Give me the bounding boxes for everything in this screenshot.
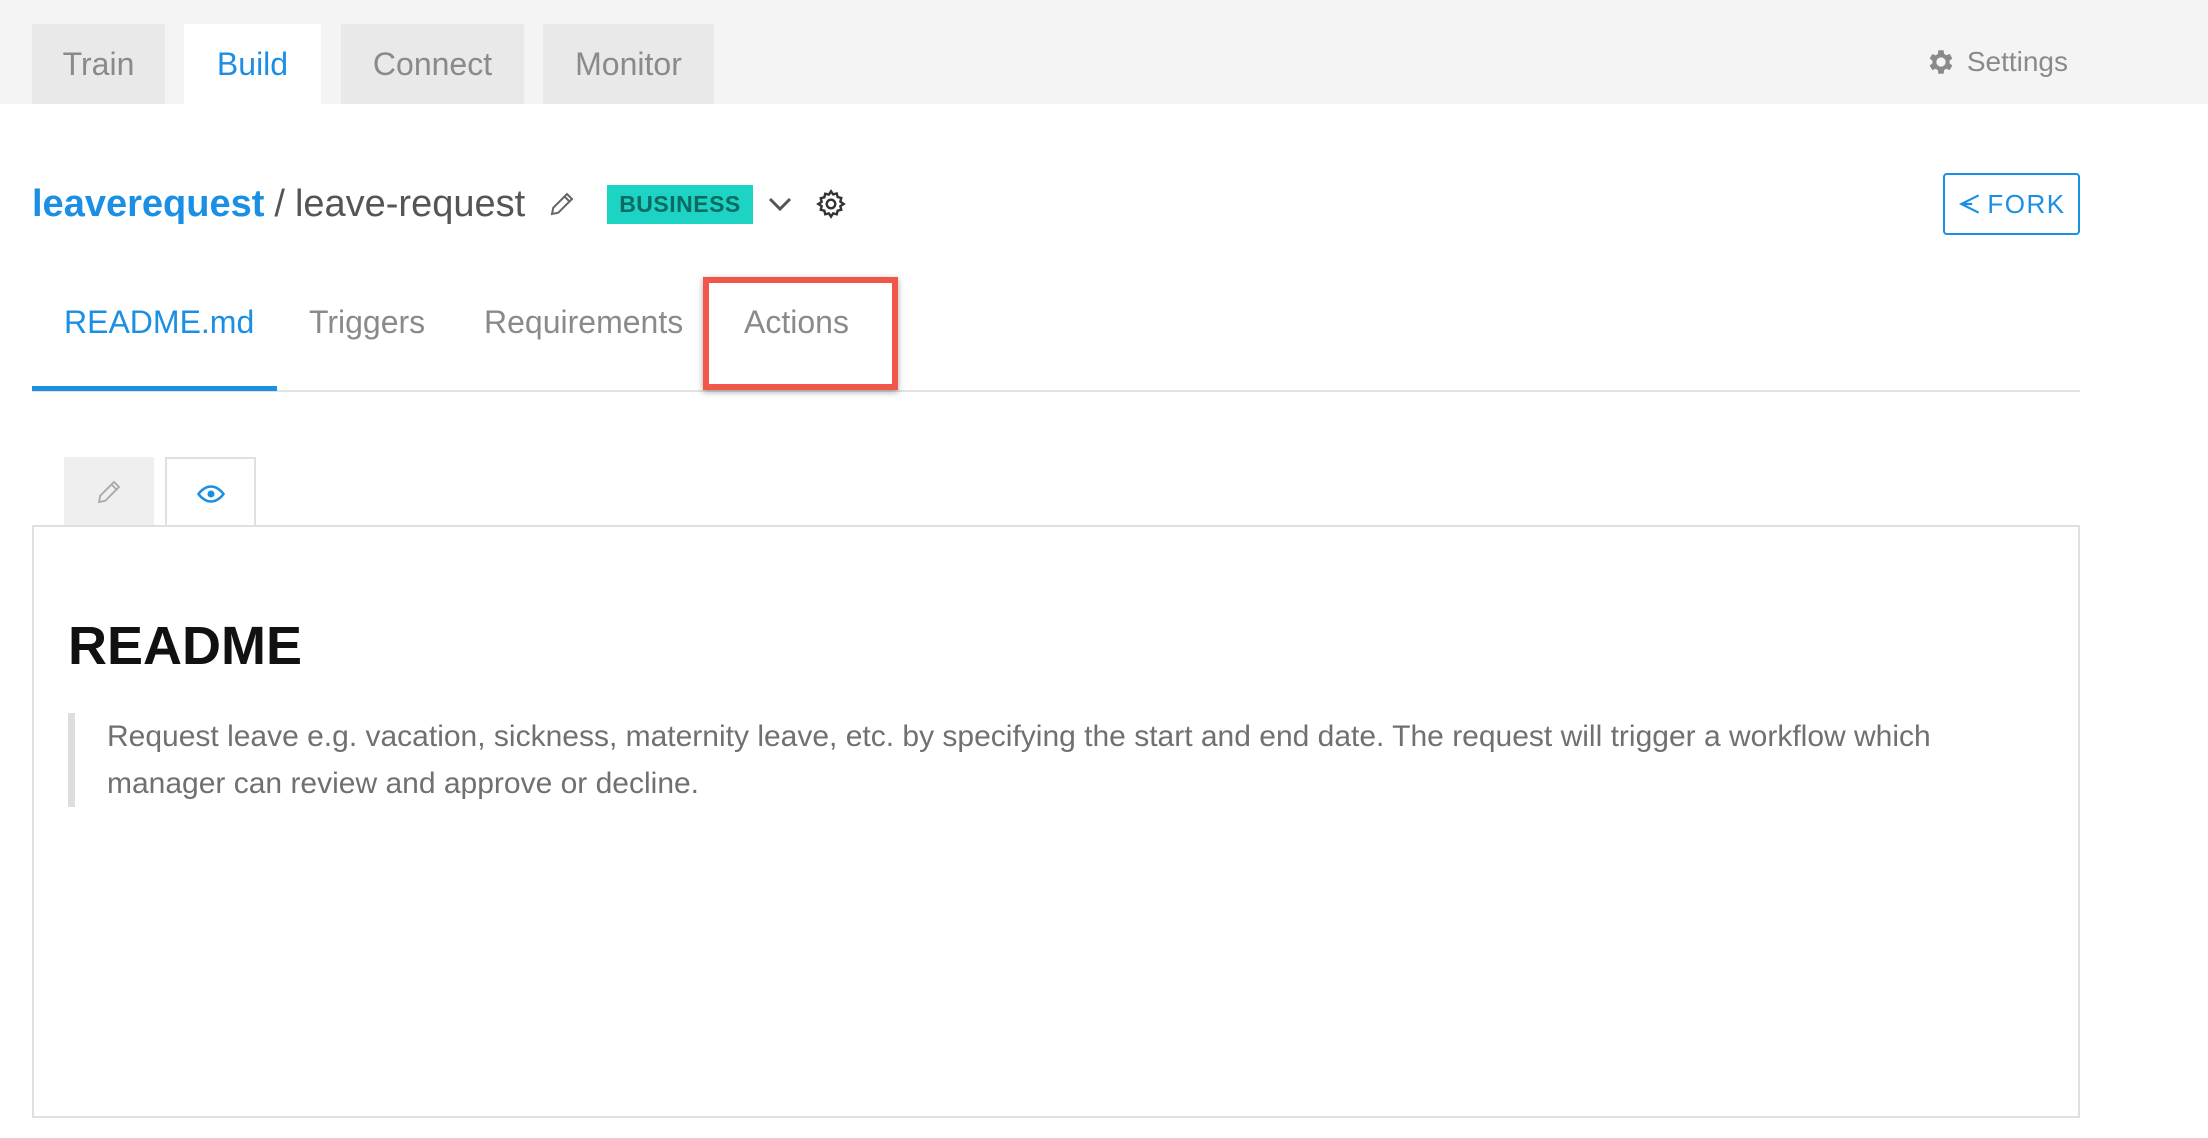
tab-train[interactable]: Train (32, 24, 165, 104)
tab-triggers[interactable]: Triggers (309, 304, 425, 341)
preview-mode-tab[interactable] (165, 457, 256, 529)
business-badge: BUSINESS (607, 184, 753, 224)
edit-mode-tab[interactable] (64, 457, 154, 527)
bot-sub-tabs: README.md Triggers Requirements Actions (32, 282, 2080, 392)
actions-highlight-box (703, 277, 898, 390)
bot-settings-gear-icon[interactable] (815, 188, 847, 220)
project-link[interactable]: leaverequest (32, 183, 264, 226)
readme-heading: README (68, 616, 303, 676)
pencil-icon[interactable] (547, 189, 577, 219)
tab-requirements[interactable]: Requirements (484, 304, 683, 341)
bot-name: leave-request (294, 182, 526, 225)
settings-label: Settings (1966, 46, 2068, 77)
readme-preview-panel: README Request leave e.g. vacation, sick… (32, 525, 2080, 1118)
settings-link[interactable]: Settings (1925, 46, 2068, 78)
bot-title-row: leaverequest / leave-request BUSINESS (32, 176, 847, 232)
tab-readme[interactable]: README.md (64, 304, 254, 341)
tab-build[interactable]: Build (184, 24, 321, 104)
breadcrumb-separator: / (274, 182, 285, 225)
pencil-icon (97, 480, 121, 504)
fork-label: FORK (1987, 188, 2066, 219)
active-tab-underline (32, 386, 277, 391)
tab-monitor[interactable]: Monitor (543, 24, 714, 104)
fork-icon (1959, 194, 1980, 214)
gear-icon (1929, 50, 1953, 74)
tab-connect[interactable]: Connect (341, 24, 524, 104)
readme-blockquote: Request leave e.g. vacation, sickness, m… (68, 713, 2008, 807)
chevron-down-icon[interactable] (765, 189, 795, 219)
eye-icon (196, 485, 225, 503)
fork-button[interactable]: FORK (1943, 173, 2080, 235)
top-nav-bar: Train Build Connect Monitor Settings (0, 0, 2208, 104)
